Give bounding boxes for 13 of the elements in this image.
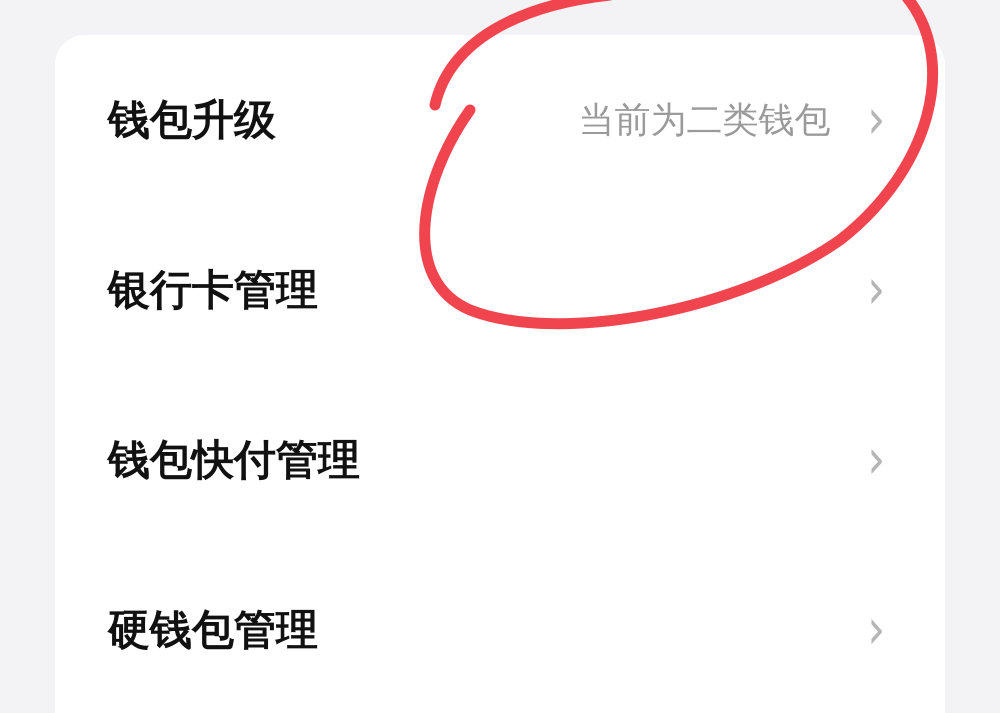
setting-label: 硬钱包管理 [108,604,319,656]
chevron-icon: › [866,262,885,318]
setting-label: 钱包快付管理 [108,434,361,486]
settings-row[interactable]: 钱包升级 当前为二类钱包 › [55,35,945,205]
chevron-icon: › [866,602,885,658]
setting-label: 银行卡管理 [108,264,319,316]
chevron-icon: › [866,432,885,488]
chevron-icon: › [866,92,885,148]
settings-row[interactable]: 银行卡管理 › [55,205,945,375]
settings-row[interactable]: 钱包快付管理 › [55,375,945,545]
settings-row[interactable]: 硬钱包管理 › [55,545,945,713]
setting-value: 当前为二类钱包 [578,98,831,142]
setting-label: 钱包升级 [108,94,277,146]
